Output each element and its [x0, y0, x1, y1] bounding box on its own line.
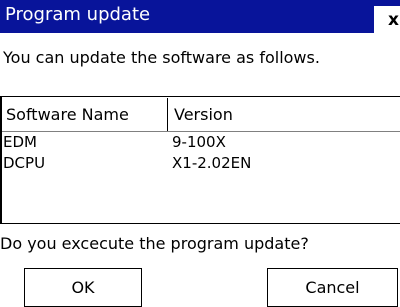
cancel-button-label: Cancel	[305, 278, 360, 297]
software-table: Software Name Version EDM 9-100X DCPU X1…	[0, 96, 400, 224]
info-message: You can update the software as follows.	[3, 48, 320, 67]
cancel-button[interactable]: Cancel	[267, 268, 398, 307]
column-header-version[interactable]: Version	[174, 105, 233, 125]
table-row[interactable]: EDM 9-100X	[2, 132, 400, 152]
software-name-cell: DCPU	[3, 154, 46, 172]
version-cell: 9-100X	[172, 133, 226, 151]
close-button[interactable]: x	[374, 6, 400, 33]
window-title: Program update	[5, 4, 151, 25]
ok-button-label: OK	[71, 278, 95, 297]
ok-button[interactable]: OK	[24, 268, 142, 307]
confirm-question: Do you excecute the program update?	[0, 234, 309, 253]
close-icon[interactable]: x	[388, 10, 399, 30]
table-row[interactable]: DCPU X1-2.02EN	[2, 153, 400, 173]
table-header: Software Name Version	[2, 97, 400, 132]
column-divider[interactable]	[167, 98, 168, 131]
software-name-cell: EDM	[3, 133, 37, 151]
title-bar: Program update x	[0, 0, 400, 33]
column-header-software-name[interactable]: Software Name	[6, 105, 129, 125]
program-update-dialog: Program update x You can update the soft…	[0, 0, 400, 307]
version-cell: X1-2.02EN	[172, 154, 252, 172]
